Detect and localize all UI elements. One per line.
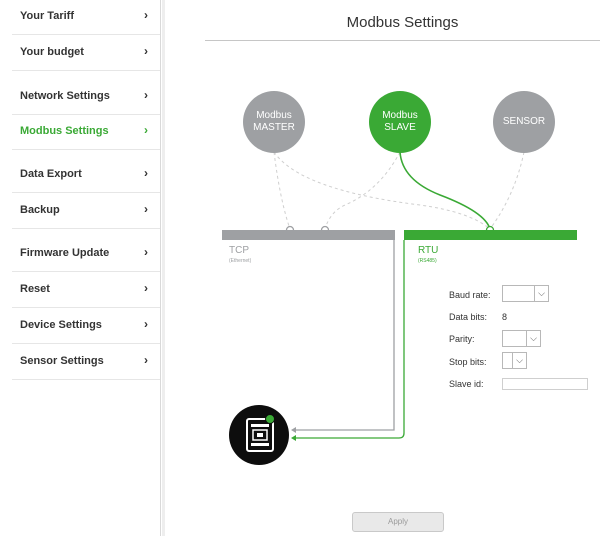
- slave-id-input[interactable]: [502, 378, 588, 390]
- slave-id-label: Slave id:: [449, 379, 484, 389]
- tcp-sublabel: (Ethernet): [229, 258, 252, 264]
- master-tcp-link: [273, 151, 291, 230]
- baud-rate-select[interactable]: ⌵: [502, 285, 549, 302]
- chevron-down-icon: ⌵: [526, 331, 540, 346]
- meter-device-glyph: [246, 414, 275, 452]
- connection-diagram: [273, 151, 525, 441]
- sensor-node[interactable]: SENSOR: [493, 91, 555, 153]
- slave-line1: Modbus: [382, 110, 418, 121]
- chevron-down-icon: ⌵: [512, 353, 526, 368]
- modbus-master-node[interactable]: Modbus MASTER: [243, 91, 305, 153]
- data-bits-value: 8: [502, 312, 508, 322]
- sensor-label: SENSOR: [502, 116, 546, 127]
- rtu-bus-bar: [404, 230, 577, 240]
- arrow-left-icon: [291, 435, 296, 441]
- rtu-label: RTU: [418, 245, 439, 256]
- meter-device-icon: [229, 405, 289, 465]
- tcp-label: TCP: [229, 245, 249, 256]
- master-rtu-link: [273, 151, 491, 230]
- apply-button[interactable]: Apply: [352, 512, 444, 532]
- master-line1: Modbus: [256, 110, 292, 121]
- master-line2: MASTER: [253, 122, 295, 133]
- tcp-bus-bar: [222, 230, 395, 240]
- data-bits-label: Data bits:: [449, 312, 488, 322]
- slave-tcp-link: [324, 151, 401, 230]
- tcp-device-link: [296, 240, 395, 431]
- parity-label: Parity:: [449, 334, 475, 344]
- stop-bits-select[interactable]: ⌵: [502, 352, 527, 369]
- parity-select[interactable]: ⌵: [502, 330, 541, 347]
- sensor-rtu-link: [489, 151, 525, 230]
- arrow-left-icon: [291, 427, 296, 433]
- rtu-sublabel: (RS485): [418, 258, 437, 264]
- slave-rtu-link: [399, 151, 491, 230]
- slave-line2: SLAVE: [384, 122, 416, 133]
- modbus-slave-node[interactable]: Modbus SLAVE: [369, 91, 431, 153]
- chevron-down-icon: ⌵: [534, 286, 548, 301]
- baud-rate-label: Baud rate:: [449, 290, 491, 300]
- rtu-device-link: [296, 240, 405, 439]
- stop-bits-label: Stop bits:: [449, 357, 487, 367]
